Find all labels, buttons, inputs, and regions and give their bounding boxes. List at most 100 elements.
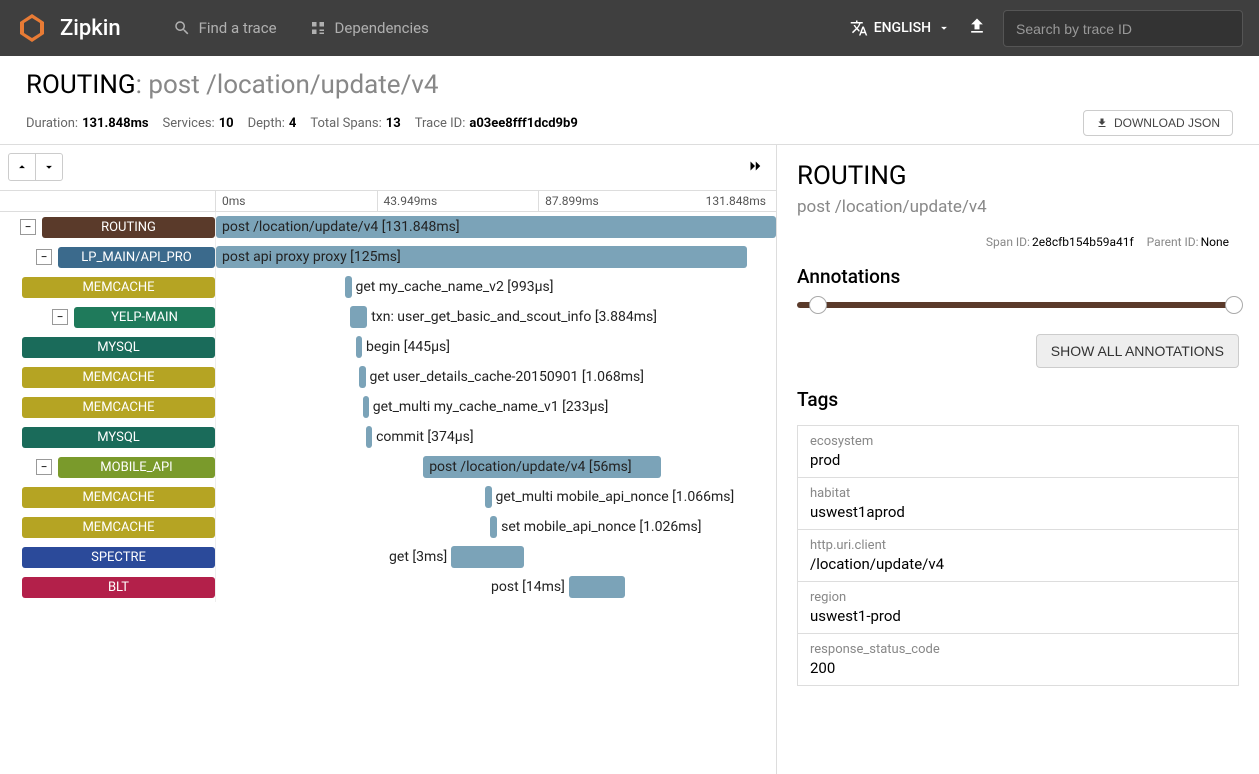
- span-bar-label: set mobile_api_nonce [1.026ms]: [501, 519, 701, 535]
- collapse-toggle[interactable]: −: [52, 309, 68, 325]
- span-row[interactable]: MYSQLcommit [374µs]: [0, 422, 776, 452]
- span-row[interactable]: MEMCACHE get user_details_cache-20150901 …: [0, 362, 776, 392]
- language-label: ENGLISH: [874, 20, 931, 36]
- zipkin-logo-icon: [16, 12, 48, 44]
- span-row[interactable]: −LP_MAIN/API_PROpost api proxy proxy [12…: [0, 242, 776, 272]
- service-badge: MEMCACHE: [22, 517, 215, 538]
- slider-thumb-start[interactable]: [809, 296, 827, 314]
- trace-controls: [0, 145, 776, 190]
- span-row[interactable]: MYSQL begin [445µs]: [0, 332, 776, 362]
- span-bar[interactable]: get_multi my_cache_name_v1 [233µs]: [363, 396, 369, 418]
- logo[interactable]: Zipkin: [16, 12, 121, 44]
- search-input[interactable]: [1016, 21, 1230, 37]
- span-tree-cell: −ROUTING: [0, 217, 215, 238]
- service-badge: MEMCACHE: [22, 277, 215, 298]
- span-bar[interactable]: get_multi mobile_api_nonce [1.066ms]: [485, 486, 492, 508]
- service-badge: MYSQL: [22, 337, 215, 358]
- tag-row: response_status_code200: [797, 634, 1239, 686]
- tag-key: http.uri.client: [810, 538, 1226, 553]
- span-row[interactable]: MEMCACHEget_multi mobile_api_nonce [1.06…: [0, 482, 776, 512]
- parent-id: None: [1201, 235, 1229, 249]
- span-timeline: post api proxy proxy [125ms]: [215, 242, 776, 272]
- span-bar[interactable]: txn: user_get_basic_and_scout_info [3.88…: [350, 306, 367, 328]
- trace-title: ROUTING: post /location/update/v4: [26, 70, 1233, 100]
- tag-row: habitatuswest1aprod: [797, 478, 1239, 530]
- tag-key: ecosystem: [810, 434, 1226, 449]
- time-tick: 0ms: [215, 191, 377, 211]
- language-selector[interactable]: ENGLISH: [850, 19, 951, 37]
- upload-button[interactable]: [967, 16, 987, 40]
- find-trace-label: Find a trace: [199, 19, 277, 37]
- collapse-all-button[interactable]: [35, 153, 63, 181]
- tag-row: regionuswest1-prod: [797, 582, 1239, 634]
- tag-row: ecosystemprod: [797, 425, 1239, 478]
- traceid-value: a03ee8fff1dcd9b9: [469, 116, 577, 131]
- tag-value: /location/update/v4: [810, 555, 1226, 573]
- timeline-header: 0ms43.949ms87.899ms131.848ms: [0, 190, 776, 212]
- chevron-up-icon: [15, 160, 29, 174]
- services-value: 10: [219, 116, 234, 131]
- span-tree-cell: BLT: [0, 577, 215, 598]
- span-tree-cell: −MOBILE_API: [0, 457, 215, 478]
- span-row[interactable]: SPECTRE get [3ms]: [0, 542, 776, 572]
- tag-value: uswest1aprod: [810, 503, 1226, 521]
- collapse-toggle[interactable]: −: [36, 249, 52, 265]
- trace-header: ROUTING: post /location/update/v4 Durati…: [0, 56, 1259, 145]
- span-bar-label: post [14ms]: [491, 579, 565, 595]
- span-bar-label: get_multi my_cache_name_v1 [233µs]: [373, 399, 609, 415]
- span-row[interactable]: MEMCACHE get my_cache_name_v2 [993µs]: [0, 272, 776, 302]
- span-row[interactable]: MEMCACHE set mobile_api_nonce [1.026ms]: [0, 512, 776, 542]
- search-box[interactable]: [1003, 10, 1243, 47]
- span-bar-label: get user_details_cache-20150901 [1.068ms…: [370, 369, 644, 385]
- collapse-toggle[interactable]: −: [36, 459, 52, 475]
- spans-value: 13: [386, 116, 401, 131]
- annotations-slider[interactable]: [797, 302, 1239, 308]
- detail-title: ROUTING: [797, 161, 1239, 191]
- service-badge: MEMCACHE: [22, 397, 215, 418]
- duration-value: 131.848ms: [82, 116, 148, 131]
- span-bar[interactable]: post api proxy proxy [125ms]: [216, 246, 747, 268]
- span-row[interactable]: −MOBILE_API post /location/update/v4 [56m…: [0, 452, 776, 482]
- search-icon: [173, 19, 191, 37]
- find-trace-link[interactable]: Find a trace: [161, 11, 289, 45]
- title-service: ROUTING: [26, 70, 136, 100]
- download-json-button[interactable]: DOWNLOAD JSON: [1083, 110, 1233, 136]
- chevron-down-icon: [42, 160, 56, 174]
- span-row[interactable]: BLT post [14ms]: [0, 572, 776, 602]
- span-bar[interactable]: get [3ms]: [451, 546, 524, 568]
- detail-subtitle: post /location/update/v4: [797, 197, 1239, 217]
- span-timeline: get_multi my_cache_name_v1 [233µs]: [215, 392, 776, 422]
- chevron-down-icon: [937, 21, 951, 35]
- span-bar[interactable]: post [14ms]: [569, 576, 625, 598]
- nav-links: Find a trace Dependencies: [161, 11, 441, 45]
- span-row[interactable]: MEMCACHE get_multi my_cache_name_v1 [233µ…: [0, 392, 776, 422]
- span-tree-cell: MEMCACHE: [0, 397, 215, 418]
- span-tree-cell: MEMCACHE: [0, 367, 215, 388]
- span-bar[interactable]: post /location/update/v4 [131.848ms]: [216, 216, 776, 238]
- span-tree-cell: MEMCACHE: [0, 277, 215, 298]
- span-bar-label: get [3ms]: [389, 549, 447, 565]
- dependencies-link[interactable]: Dependencies: [297, 11, 441, 45]
- tag-value: 200: [810, 659, 1226, 677]
- span-bar[interactable]: post /location/update/v4 [56ms]: [423, 456, 661, 478]
- tag-key: region: [810, 590, 1226, 605]
- span-bar[interactable]: begin [445µs]: [356, 336, 362, 358]
- span-bar[interactable]: get user_details_cache-20150901 [1.068ms…: [359, 366, 366, 388]
- collapse-toggle[interactable]: −: [20, 219, 36, 235]
- span-tree-cell: SPECTRE: [0, 547, 215, 568]
- span-timeline: get [3ms]: [215, 542, 776, 572]
- expand-all-button[interactable]: [8, 153, 36, 181]
- span-bar[interactable]: commit [374µs]: [366, 426, 372, 448]
- show-all-annotations-button[interactable]: SHOW ALL ANNOTATIONS: [1036, 334, 1239, 368]
- chevrons-right-icon: [746, 157, 764, 175]
- span-bar[interactable]: get my_cache_name_v2 [993µs]: [345, 276, 352, 298]
- collapse-panel-button[interactable]: [742, 153, 768, 182]
- span-timeline: post [14ms]: [215, 572, 776, 602]
- span-row[interactable]: −YELP-MAINtxn: user_get_basic_and_scout_…: [0, 302, 776, 332]
- span-timeline: post /location/update/v4 [56ms]: [215, 452, 776, 482]
- span-bar[interactable]: set mobile_api_nonce [1.026ms]: [490, 516, 497, 538]
- slider-thumb-end[interactable]: [1225, 296, 1243, 314]
- span-bar-label: txn: user_get_basic_and_scout_info [3.88…: [371, 309, 657, 325]
- service-badge: ROUTING: [42, 217, 215, 238]
- span-row[interactable]: −ROUTINGpost /location/update/v4 [131.84…: [0, 212, 776, 242]
